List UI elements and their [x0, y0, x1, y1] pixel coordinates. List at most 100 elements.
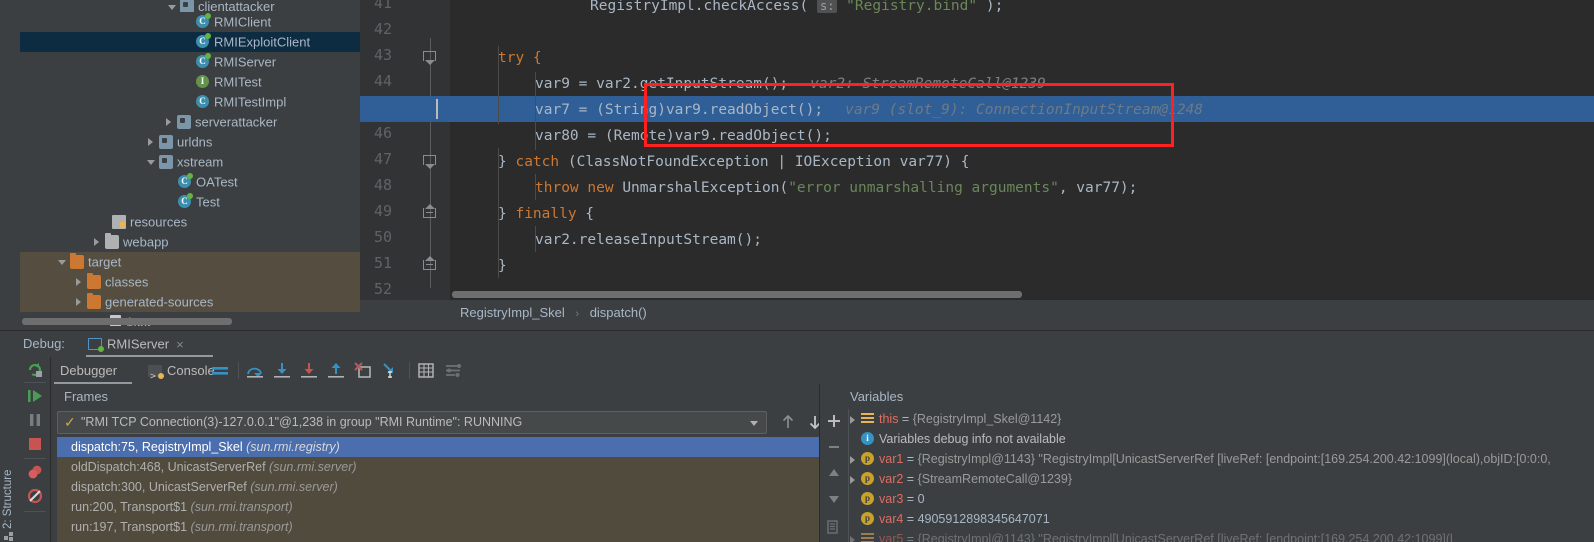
resume-program-icon[interactable] — [26, 387, 44, 405]
step-out-icon[interactable] — [327, 362, 345, 379]
info-icon: i — [861, 432, 874, 446]
breadcrumb-class[interactable]: RegistryImpl_Skel — [460, 305, 565, 320]
breadcrumb[interactable]: RegistryImpl_Skel › dispatch() — [360, 300, 1594, 326]
variable-eq: = — [898, 412, 913, 426]
line-number: 50 — [373, 228, 392, 246]
variable-row-var5[interactable]: var5 = {RegistryImpl@1143} "RegistryImpl… — [849, 529, 1594, 542]
rerun-icon[interactable] — [26, 361, 44, 379]
code-line-47: } catch (ClassNotFoundException | IOExce… — [498, 154, 970, 170]
force-step-into-icon[interactable] — [300, 362, 318, 379]
tree-row-urldns[interactable]: urldns — [20, 132, 360, 152]
tree-row-rmiclient[interactable]: C RMIClient — [20, 12, 360, 32]
code-editor[interactable]: 41 42 43 44 45 46 47 48 49 50 51 52 — [360, 0, 1594, 300]
close-icon[interactable]: × — [176, 337, 184, 352]
mute-breakpoints-icon[interactable] — [26, 487, 44, 505]
variable-row-var2[interactable]: p var2 = {StreamRemoteCall@1239} — [849, 469, 1594, 489]
chevron-right-icon[interactable] — [93, 238, 102, 247]
frames-header: Frames — [64, 389, 109, 404]
tree-row-oatest[interactable]: C OATest — [20, 172, 360, 192]
variable-row-this[interactable]: this = {RegistryImpl_Skel@1142} — [849, 409, 1594, 429]
move-down-icon[interactable] — [826, 491, 842, 507]
tree-row-rmitest[interactable]: I RMITest — [20, 72, 360, 92]
editor-gutter[interactable]: 41 42 43 44 45 46 47 48 49 50 51 52 — [360, 0, 450, 300]
tree-row-webapp[interactable]: webapp — [20, 232, 360, 252]
chevron-right-icon[interactable] — [147, 138, 156, 147]
tree-row-generated-sources[interactable]: generated-sources — [20, 292, 360, 312]
tree-item-label: clientattacker — [198, 0, 275, 12]
tree-row-resources[interactable]: resources — [20, 212, 360, 232]
variables-list[interactable]: this = {RegistryImpl_Skel@1142} i Variabl… — [849, 409, 1594, 542]
variable-row-var1[interactable]: p var1 = {RegistryImpl@1143} "RegistryImp… — [849, 449, 1594, 469]
tree-row-target[interactable]: target — [20, 252, 360, 272]
frame-row[interactable]: run:200, Transport$1 (sun.rmi.transport) — [57, 497, 869, 517]
variable-row-var4[interactable]: p var4 = 4905912898345647071 — [849, 509, 1594, 529]
frames-list[interactable]: dispatch:75, RegistryImpl_Skel (sun.rmi.… — [57, 437, 869, 542]
tree-row-test[interactable]: C Test — [20, 192, 360, 212]
editor-horizontal-scrollbar[interactable] — [452, 291, 1022, 298]
chevron-down-icon[interactable] — [58, 258, 67, 267]
add-watch-icon[interactable] — [826, 413, 842, 429]
variable-name: this — [879, 412, 899, 426]
step-into-icon[interactable] — [273, 362, 291, 379]
tree-row-rmiexploitclient[interactable]: C RMIExploitClient — [20, 32, 360, 52]
fold-collapse-icon[interactable] — [423, 204, 438, 221]
line-number: 47 — [373, 150, 392, 168]
settings-icon[interactable] — [444, 362, 462, 379]
frame-row[interactable]: run:197, Transport$1 (sun.rmi.transport) — [57, 517, 869, 537]
structure-tool-strip[interactable]: 2: Structure — [0, 357, 20, 542]
stop-icon[interactable] — [26, 435, 44, 453]
tree-row-rmiserver[interactable]: C RMIServer — [20, 52, 360, 72]
chevron-right-icon[interactable] — [75, 298, 84, 307]
variables-sidebar[interactable] — [820, 409, 849, 542]
fold-collapse-icon[interactable] — [423, 155, 438, 169]
tree-row-rmitestimpl[interactable]: C RMITestImpl — [20, 92, 360, 112]
debug-actions-column[interactable] — [20, 357, 51, 542]
drop-frame-icon[interactable] — [354, 362, 372, 379]
variable-name: var2 — [879, 472, 904, 486]
frames-up-button[interactable] — [779, 413, 797, 431]
tree-row-serverattacker[interactable]: serverattacker — [20, 112, 360, 132]
structure-strip-label[interactable]: 2: Structure — [2, 419, 18, 529]
view-breakpoints-icon[interactable] — [26, 463, 44, 481]
variable-eq: = — [903, 492, 918, 506]
chevron-down-icon[interactable] — [750, 421, 758, 426]
frame-label: dispatch:75, RegistryImpl_Skel — [71, 440, 243, 454]
copy-value-icon[interactable] — [826, 519, 842, 535]
run-to-cursor-icon[interactable] — [381, 362, 399, 379]
breadcrumb-method[interactable]: dispatch() — [590, 305, 647, 320]
chevron-right-icon[interactable] — [75, 278, 84, 287]
chevron-down-icon[interactable] — [147, 158, 156, 167]
frame-row[interactable]: oldDispatch:468, UnicastServerRef (sun.r… — [57, 457, 869, 477]
evaluate-expression-icon[interactable] — [417, 362, 435, 379]
line-number: 46 — [373, 124, 392, 142]
frame-row[interactable]: dispatch:75, RegistryImpl_Skel (sun.rmi.… — [57, 437, 869, 457]
tree-row[interactable]: clientattacker — [20, 0, 360, 12]
package-icon — [177, 114, 191, 129]
fold-collapse-icon[interactable] — [423, 51, 438, 65]
debug-session-tab[interactable]: RMIServer × — [88, 331, 184, 357]
frame-row[interactable]: dispatch:300, UnicastServerRef (sun.rmi.… — [57, 477, 869, 497]
code-line-41: RegistryImpl.checkAccess( s: "Registry.b… — [590, 0, 1004, 14]
fold-collapse-icon[interactable] — [423, 256, 438, 273]
chevron-down-icon[interactable] — [168, 3, 177, 12]
variable-row-var3[interactable]: p var3 = 0 — [849, 489, 1594, 509]
this-icon — [861, 412, 874, 425]
step-over-icon[interactable] — [246, 362, 264, 379]
chevron-right-icon[interactable] — [165, 118, 174, 127]
code-text-area[interactable]: RegistryImpl.checkAccess( s: "Registry.b… — [360, 0, 1594, 300]
tab-console[interactable]: Console — [148, 357, 215, 390]
debugger-toolbar[interactable]: Debugger Console — [51, 357, 1594, 390]
tab-debugger[interactable]: Debugger — [60, 357, 117, 384]
pause-program-icon[interactable] — [26, 411, 44, 429]
frame-label: oldDispatch:468, UnicastServerRef — [71, 460, 266, 474]
tree-row-xstream[interactable]: xstream — [20, 152, 360, 172]
remove-watch-icon[interactable] — [826, 439, 842, 455]
move-up-icon[interactable] — [826, 465, 842, 481]
project-tree-horizontal-scrollbar[interactable] — [22, 318, 232, 325]
tree-row-classes[interactable]: classes — [20, 272, 360, 292]
variable-value: {RegistryImpl@1143} "RegistryImpl[Unicas… — [917, 532, 1453, 542]
tree-item-label: RMIExploitClient — [214, 34, 311, 50]
project-tree[interactable]: clientattacker C RMIClient C RMIExploitCli… — [20, 0, 360, 326]
thread-selector-combobox[interactable]: ✓ "RMI TCP Connection(3)-127.0.0.1"@1,23… — [57, 411, 767, 434]
layout-settings-icon[interactable] — [211, 362, 229, 379]
